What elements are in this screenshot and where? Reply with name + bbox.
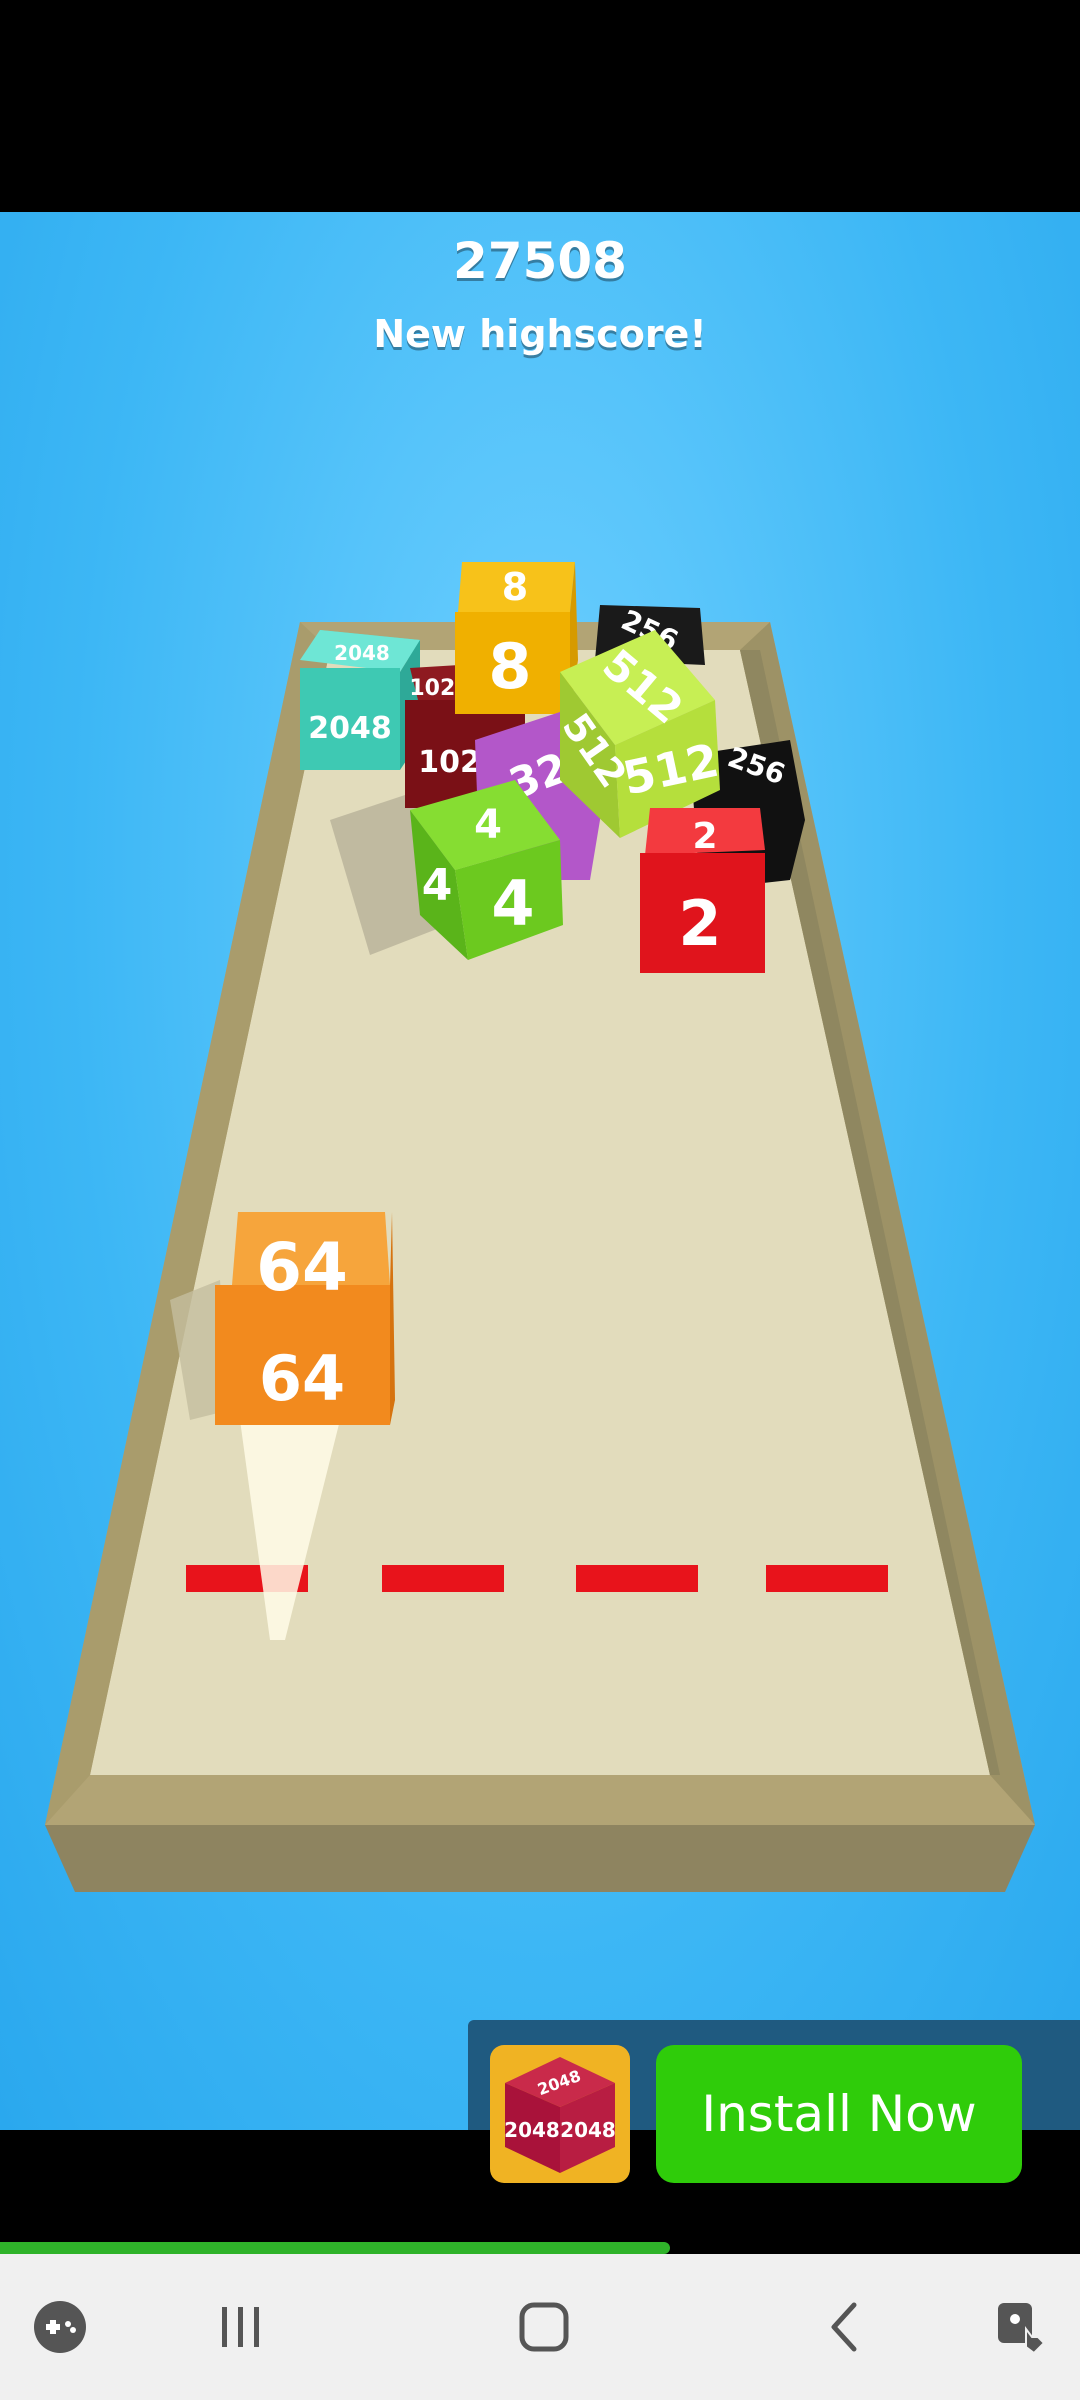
limit-line-dash — [766, 1565, 888, 1592]
cube-2048-top-label: 2048 — [334, 641, 390, 665]
cube-8-top-label: 8 — [502, 565, 528, 609]
accessibility-button[interactable] — [960, 2254, 1080, 2400]
cube-2-face-label: 2 — [678, 887, 721, 960]
accessibility-icon — [998, 2303, 1046, 2355]
cube-2-top-label: 2 — [692, 816, 717, 857]
highscore-message: New highscore! — [373, 312, 707, 356]
cube-4-top-label: 4 — [474, 802, 502, 848]
game-launcher-icon — [34, 2301, 86, 2353]
cube-4-side-label: 4 — [422, 860, 453, 911]
cube-2: 2 2 — [640, 808, 765, 973]
cube-64-face-label: 64 — [259, 1342, 345, 1415]
game-launcher-button[interactable] — [0, 2254, 120, 2400]
install-now-button[interactable]: Install Now — [656, 2045, 1022, 2183]
recent-apps-icon — [222, 2307, 259, 2347]
ad-app-icon[interactable]: 2048 2048 2048 — [490, 2045, 630, 2183]
cube-2048: 2048 2048 — [300, 630, 420, 770]
home-button[interactable] — [484, 2254, 604, 2400]
limit-line-dash — [382, 1565, 504, 1592]
score-display: 27508 — [453, 232, 627, 290]
cube-4-face-label: 4 — [491, 867, 534, 940]
cube-8: 8 8 — [455, 562, 578, 714]
game-board[interactable]: 2048 2048 1024 1024 256 8 8 32 256 512 5… — [0, 212, 1080, 2130]
cube-8-face-label: 8 — [488, 630, 531, 703]
limit-line-dash — [576, 1565, 698, 1592]
recent-apps-button[interactable] — [180, 2254, 300, 2400]
back-button[interactable] — [786, 2254, 906, 2400]
cube-64[interactable]: 64 64 — [215, 1212, 395, 1425]
cube-64-top-label: 64 — [256, 1229, 348, 1306]
ad-progress-bar — [0, 2242, 670, 2254]
back-icon — [831, 2302, 857, 2352]
navigation-bar — [0, 2254, 1080, 2400]
game-viewport[interactable]: 2048 2048 1024 1024 256 8 8 32 256 512 5… — [0, 212, 1080, 2130]
ad-icon-label-right: 2048 — [560, 2118, 616, 2142]
ad-icon-label-left: 2048 — [504, 2118, 560, 2142]
home-icon — [519, 2302, 569, 2352]
tray-front — [45, 1825, 1035, 1892]
cube-2048-face-label: 2048 — [308, 711, 392, 746]
status-area — [0, 0, 1080, 212]
